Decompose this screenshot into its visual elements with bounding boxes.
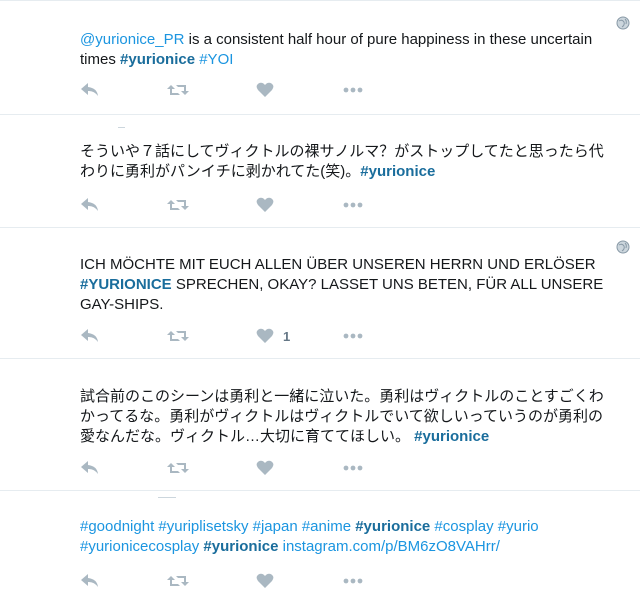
- retweet-button[interactable]: [167, 458, 189, 478]
- reply-button[interactable]: [80, 195, 100, 215]
- tweet-actions: [80, 80, 600, 100]
- retweet-button[interactable]: [167, 326, 189, 346]
- tweet-text: そういや７話にしてヴィクトルの裸サノルマ？がストップしてたと思ったら代わりに勇利…: [80, 142, 618, 182]
- retweet-icon: [167, 460, 189, 476]
- tweet[interactable]: ICH MÖCHTE MIT EUCH ALLEN ÜBER UNSEREN H…: [0, 228, 640, 359]
- tweet-text: 試合前のこのシーンは勇利と一緒に泣いた。勇利はヴィクトルのことすごくわかってるな…: [80, 387, 618, 447]
- heart-icon: [256, 328, 274, 344]
- retweet-button[interactable]: [167, 571, 189, 591]
- globe-icon: [616, 16, 630, 30]
- retweet-icon: [167, 328, 189, 344]
- heart-icon: [256, 197, 274, 213]
- more-icon: [343, 333, 363, 339]
- hashtag-link[interactable]: #yuriplisetsky: [158, 518, 248, 535]
- reply-icon: [80, 82, 100, 98]
- tweet-actions: [80, 195, 600, 215]
- hashtag-link[interactable]: #yurionice: [355, 518, 430, 535]
- heart-icon: [256, 460, 274, 476]
- hashtag-link[interactable]: #YURIONICE: [80, 276, 172, 293]
- reply-button[interactable]: [80, 80, 100, 100]
- retweet-icon: [167, 82, 189, 98]
- hashtag-link[interactable]: #yurionice: [120, 51, 195, 68]
- tweet[interactable]: そういや７話にしてヴィクトルの裸サノルマ？がストップしてたと思ったら代わりに勇利…: [0, 115, 640, 228]
- tweet[interactable]: 試合前のこのシーンは勇利と一緒に泣いた。勇利はヴィクトルのことすごくわかってるな…: [0, 359, 640, 491]
- like-button[interactable]: 1: [256, 326, 290, 346]
- tweet-text: #goodnight #yuriplisetsky #japan #anime …: [80, 517, 618, 557]
- hashtag-link[interactable]: #japan: [253, 518, 298, 535]
- more-button[interactable]: [343, 195, 363, 215]
- reply-icon: [80, 573, 100, 589]
- more-icon: [343, 578, 363, 584]
- tweet-actions: [80, 571, 600, 591]
- reply-icon: [80, 460, 100, 476]
- retweet-button[interactable]: [167, 80, 189, 100]
- avatar-stub: [158, 497, 176, 498]
- tweet-text-run: 試合前のこのシーンは勇利と一緒に泣いた。勇利はヴィクトルのことすごくわかってるな…: [80, 388, 604, 445]
- hashtag-link[interactable]: #yurionice: [360, 163, 435, 180]
- tweet-text-run: そういや７話にしてヴィクトルの裸サノルマ？がストップしてたと思ったら代わりに勇利…: [80, 143, 604, 180]
- url-link[interactable]: instagram.com/p/BM6zO8VAHrr/: [283, 538, 500, 555]
- tweet[interactable]: @yurionice_PR is a consistent half hour …: [0, 0, 640, 115]
- hashtag-link[interactable]: #goodnight: [80, 518, 154, 535]
- hashtag-link[interactable]: #anime: [302, 518, 351, 535]
- reply-icon: [80, 328, 100, 344]
- retweet-button[interactable]: [167, 195, 189, 215]
- tweet-actions: 1: [80, 326, 600, 346]
- hashtag-link[interactable]: #YOI: [199, 51, 233, 68]
- more-button[interactable]: [343, 571, 363, 591]
- mention-link[interactable]: @yurionice_PR: [80, 31, 184, 48]
- reply-button[interactable]: [80, 326, 100, 346]
- more-icon: [343, 202, 363, 208]
- hashtag-link[interactable]: #yurionice: [203, 538, 278, 555]
- hashtag-link[interactable]: #yurionice: [414, 428, 489, 445]
- more-icon: [343, 87, 363, 93]
- more-button[interactable]: [343, 80, 363, 100]
- heart-icon: [256, 573, 274, 589]
- hashtag-link[interactable]: #yurio: [498, 518, 539, 535]
- globe-icon: [616, 240, 630, 254]
- reply-icon: [80, 197, 100, 213]
- like-button[interactable]: [256, 195, 274, 215]
- more-button[interactable]: [343, 326, 363, 346]
- reply-button[interactable]: [80, 571, 100, 591]
- like-button[interactable]: [256, 458, 274, 478]
- tweet[interactable]: #goodnight #yuriplisetsky #japan #anime …: [0, 491, 640, 588]
- hashtag-link[interactable]: #yurionicecosplay: [80, 538, 199, 555]
- heart-icon: [256, 82, 274, 98]
- reply-button[interactable]: [80, 458, 100, 478]
- tweet-text: @yurionice_PR is a consistent half hour …: [80, 30, 618, 70]
- more-button[interactable]: [343, 458, 363, 478]
- more-icon: [343, 465, 363, 471]
- tweet-text-run: ICH MÖCHTE MIT EUCH ALLEN ÜBER UNSEREN H…: [80, 256, 596, 273]
- hashtag-link[interactable]: #cosplay: [434, 518, 493, 535]
- avatar-stub: [118, 127, 125, 128]
- retweet-icon: [167, 573, 189, 589]
- retweet-icon: [167, 197, 189, 213]
- tweet-text: ICH MÖCHTE MIT EUCH ALLEN ÜBER UNSEREN H…: [80, 255, 618, 315]
- like-count: 1: [283, 328, 291, 344]
- tweet-actions: [80, 458, 600, 478]
- like-button[interactable]: [256, 571, 274, 591]
- like-button[interactable]: [256, 80, 274, 100]
